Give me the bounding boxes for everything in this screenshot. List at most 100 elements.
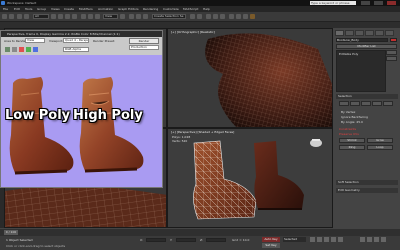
rollout-edit-geometry[interactable]: Edit Geometry [336, 188, 398, 193]
unlink-icon[interactable] [24, 14, 29, 19]
rotate-icon[interactable] [88, 14, 93, 19]
undo-icon[interactable] [2, 14, 7, 19]
viewport-dropdown[interactable]: Quad 4 - Perspec [63, 38, 89, 43]
pin-stack-button[interactable] [386, 50, 397, 55]
reference-coord-dropdown[interactable]: View [103, 14, 118, 19]
viewport-top-right[interactable]: [+] [Orthographic] [Realistic] [167, 28, 333, 128]
rollout-selection[interactable]: Selection [336, 94, 398, 99]
curve-editor-icon[interactable] [213, 14, 218, 19]
main-toolbar: All View Create Selection Se [0, 12, 400, 22]
selection-filter-dropdown[interactable]: All [33, 14, 49, 19]
save-image-icon[interactable] [5, 47, 10, 52]
create-tab[interactable] [335, 30, 344, 36]
pivot-icon[interactable] [120, 14, 125, 19]
schematic-view-icon[interactable] [220, 14, 225, 19]
modifier-list-dropdown[interactable]: Modifier List [336, 44, 397, 49]
angle-snap-icon[interactable] [136, 14, 141, 19]
production-dropdown[interactable]: Production [129, 45, 159, 50]
z-field[interactable] [206, 238, 226, 242]
redo-icon[interactable] [9, 14, 14, 19]
material-editor-icon[interactable] [229, 14, 234, 19]
modifier-stack[interactable]: Editable Poly [336, 50, 386, 92]
vertex-mode-button[interactable] [339, 101, 349, 106]
select-icon[interactable] [51, 14, 56, 19]
maximize-viewport-icon[interactable] [381, 237, 386, 242]
prev-frame-icon[interactable] [317, 237, 322, 242]
zoom-icon[interactable] [360, 237, 365, 242]
hierarchy-tab[interactable] [355, 30, 364, 36]
render-teapot-icon[interactable] [250, 14, 255, 19]
time-slider[interactable]: 0 / 100 [4, 230, 18, 235]
option-by-angle[interactable]: By Angle: 45.0 [341, 120, 363, 124]
show-end-result-button[interactable] [386, 56, 397, 61]
option-ignore-backfacing[interactable]: Ignore Backfacing [341, 115, 368, 119]
align-icon[interactable] [197, 14, 202, 19]
set-key-button[interactable]: Set Key [262, 243, 280, 248]
move-icon[interactable] [81, 14, 86, 19]
utilities-tab[interactable] [385, 30, 394, 36]
named-selection-dropdown[interactable]: Create Selection Se [152, 14, 186, 19]
viewport-perspective[interactable]: [+] [Perspective] [Shaded + Edged Faces]… [167, 128, 333, 228]
viewport-select-label: Viewport: [49, 39, 64, 43]
rendered-frame-window: Perspective, frame 0, Display Gamma 2.2,… [0, 30, 163, 188]
ring-button[interactable]: Ring [339, 145, 365, 150]
lowpoly-boot-render [9, 77, 74, 175]
app-logo-icon[interactable] [1, 1, 5, 5]
snaps-toggle-icon[interactable] [129, 14, 134, 19]
shrink-button[interactable]: Shrink [339, 138, 365, 143]
layer-manager-icon[interactable] [206, 14, 211, 19]
preserve-uvs-label: Preserve UVs [339, 132, 359, 136]
lowpoly-boot-mesh [193, 140, 257, 220]
orbit-icon[interactable] [374, 237, 379, 242]
red-channel-icon[interactable] [19, 47, 24, 52]
object-color-swatch[interactable] [390, 38, 397, 42]
goto-end-icon[interactable] [338, 237, 343, 242]
green-channel-icon[interactable] [26, 47, 31, 52]
border-mode-button[interactable] [361, 101, 371, 106]
object-name[interactable]: BootLow_Body [337, 38, 359, 42]
percent-snap-icon[interactable] [143, 14, 148, 19]
window-crossing-icon[interactable] [72, 14, 77, 19]
grow-button[interactable]: Grow [367, 138, 393, 143]
rect-selection-icon[interactable] [65, 14, 70, 19]
command-panel: BootLow_Body Modifier List Editable Poly… [333, 28, 400, 228]
display-tab[interactable] [375, 30, 384, 36]
auto-key-button[interactable]: Auto Key [262, 237, 280, 242]
mirror-icon[interactable] [190, 14, 195, 19]
select-by-name-icon[interactable] [58, 14, 63, 19]
modify-tab[interactable] [345, 30, 354, 36]
x-field[interactable] [146, 238, 166, 242]
edge-mode-button[interactable] [350, 101, 360, 106]
y-field[interactable] [176, 238, 196, 242]
channel-dropdown[interactable]: RGB Alpha [63, 47, 89, 52]
search-input[interactable]: Type a keyword or phrase [310, 1, 356, 5]
maximize-button[interactable] [374, 1, 383, 5]
low-poly-label: Low Poly [5, 108, 71, 123]
link-icon[interactable] [17, 14, 22, 19]
blue-channel-icon[interactable] [33, 47, 38, 52]
element-mode-button[interactable] [383, 101, 393, 106]
goto-start-icon[interactable] [310, 237, 315, 242]
close-button[interactable] [387, 1, 396, 5]
render-button[interactable]: Render [129, 38, 159, 44]
loop-button[interactable]: Loop [367, 145, 393, 150]
poly-mode-button[interactable] [372, 101, 382, 106]
minimize-button[interactable] [361, 1, 370, 5]
option-by-vertex[interactable]: By Vertex [341, 110, 355, 114]
x-label: X: [140, 238, 144, 242]
stack-item[interactable]: Editable Poly [339, 52, 358, 56]
render-preset-label: Render Preset: [93, 39, 115, 43]
rollout-soft-selection[interactable]: Soft Selection [336, 180, 398, 185]
play-icon[interactable] [324, 237, 329, 242]
copy-image-icon[interactable] [12, 47, 17, 52]
motion-tab[interactable] [365, 30, 374, 36]
rendered-frame-icon[interactable] [243, 14, 248, 19]
teapot-icon [310, 139, 322, 147]
pan-icon[interactable] [367, 237, 372, 242]
next-frame-icon[interactable] [331, 237, 336, 242]
area-dropdown[interactable]: View [25, 38, 45, 43]
scale-icon[interactable] [95, 14, 100, 19]
key-filter-dropdown[interactable]: Selected [283, 237, 306, 242]
render-setup-icon[interactable] [236, 14, 241, 19]
y-label: Y: [170, 238, 173, 242]
